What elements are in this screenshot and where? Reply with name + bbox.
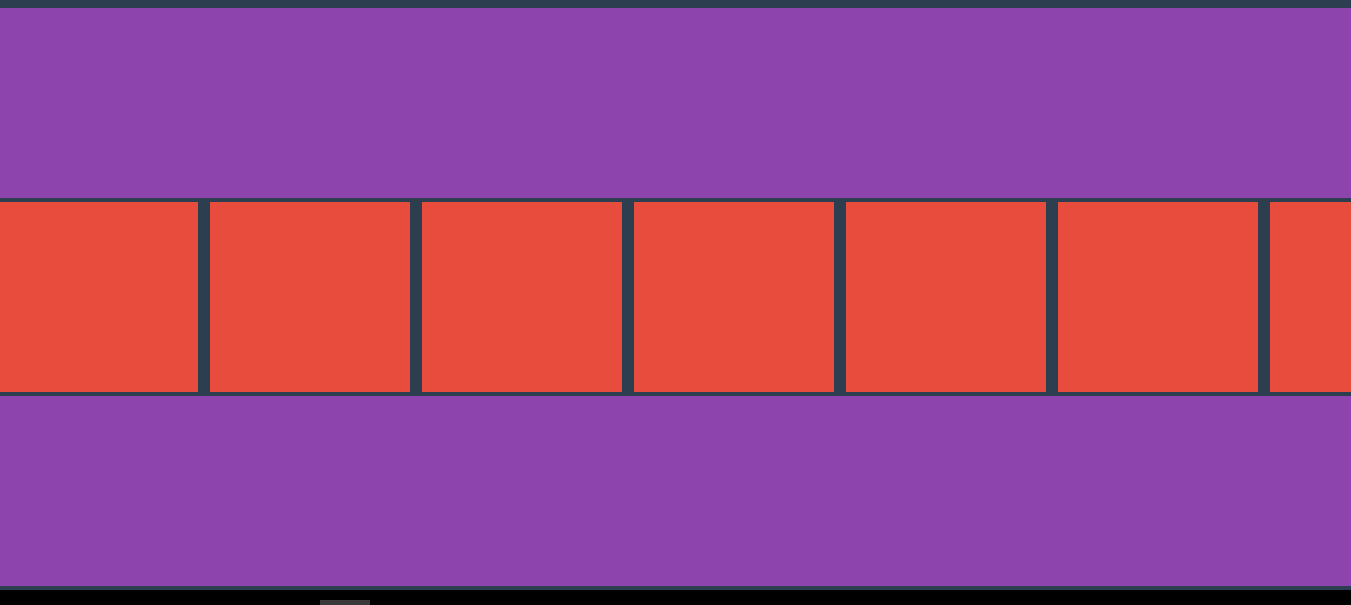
red-box — [846, 202, 1046, 392]
top-dark-bar — [0, 0, 1351, 8]
content-area — [0, 0, 1351, 590]
red-box — [210, 202, 410, 392]
horizontal-scroll-container[interactable] — [0, 0, 1351, 590]
purple-panel-bottom — [0, 396, 1351, 586]
purple-panel-top — [0, 8, 1351, 198]
red-box — [422, 202, 622, 392]
viewport — [0, 0, 1351, 605]
red-box — [1270, 202, 1351, 392]
bottom-black-bar — [0, 600, 1351, 605]
red-box — [0, 202, 198, 392]
bottom-gray-segment — [320, 600, 370, 605]
red-box-row — [0, 202, 1351, 392]
red-box — [1058, 202, 1258, 392]
red-box — [634, 202, 834, 392]
